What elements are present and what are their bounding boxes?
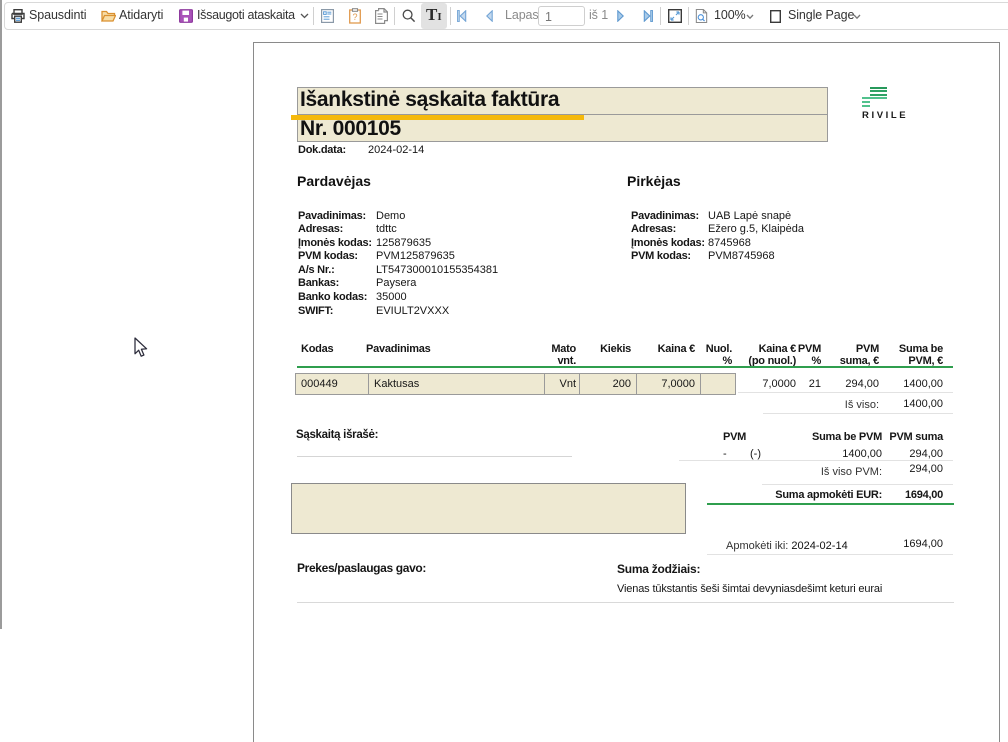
svg-text:?: ? — [352, 12, 357, 22]
